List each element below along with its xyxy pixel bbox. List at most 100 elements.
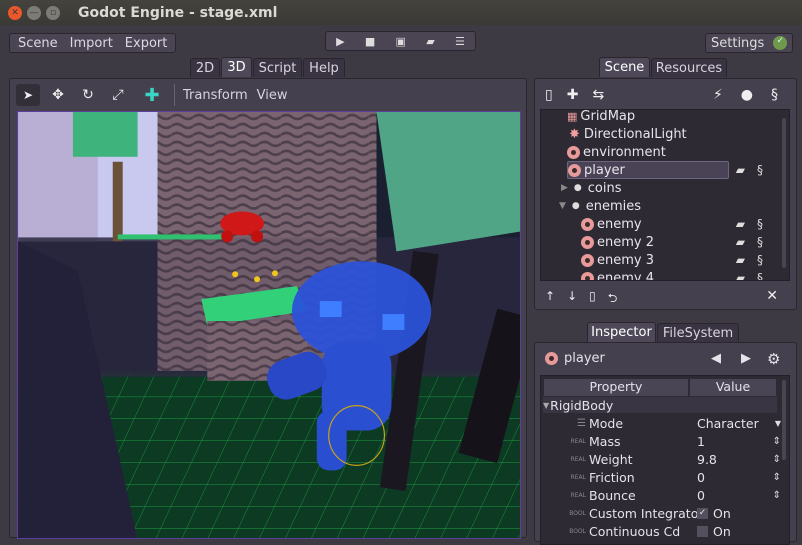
prop-value[interactable]: 0 <box>697 470 773 485</box>
spinner-icon[interactable]: ⇕ <box>773 436 781 447</box>
tab-3d[interactable]: 3D <box>221 57 252 77</box>
tree-item-enemies[interactable]: ▼ ● enemies <box>559 197 641 215</box>
prop-value[interactable]: 0 <box>697 488 773 503</box>
menu-scene[interactable]: Scene <box>12 36 64 51</box>
tab-help[interactable]: Help <box>303 58 345 77</box>
scene-bottom-toolbar: ↑ ↓ ▯ ⮌ <box>545 289 617 310</box>
reparent-icon[interactable]: ⮌ <box>608 289 618 310</box>
tree-item-environment[interactable]: environment <box>567 143 666 161</box>
tree-item-enemy-3[interactable]: enemy 3 <box>581 251 654 269</box>
connect-signals-icon[interactable]: ⚡ <box>713 87 723 103</box>
section-rigidbody[interactable]: ▼ RigidBody <box>543 397 777 413</box>
settings-button[interactable]: Settings ✓ <box>705 33 793 53</box>
tree-item-gridmap[interactable]: ▦ GridMap <box>567 110 635 125</box>
open-scene-icon[interactable]: ▰ <box>736 271 745 280</box>
menu-export[interactable]: Export <box>119 36 174 51</box>
menu-import[interactable]: Import <box>64 36 119 51</box>
add-child-icon[interactable]: ✚ <box>567 87 579 103</box>
script-icon[interactable]: § <box>757 163 763 177</box>
dropdown-arrow-icon[interactable]: ▼ <box>775 419 781 428</box>
title-bar: ✕ — ▫ Godot Engine - stage.xml <box>0 0 802 25</box>
script-icon[interactable]: § <box>757 253 763 267</box>
groups-icon[interactable]: ● <box>741 87 753 103</box>
add-node-icon[interactable]: ✚ <box>140 84 164 106</box>
scale-tool-icon[interactable]: ⤢ <box>106 84 130 106</box>
history-forward-icon[interactable]: ▶ <box>741 351 751 366</box>
script-icon[interactable]: § <box>757 271 763 280</box>
prop-bounce[interactable]: REAL Bounce 0 ⇕ <box>549 486 781 504</box>
prop-custom-integrator[interactable]: BOOL Custom Integrato ✓ On <box>549 504 781 522</box>
section-label: RigidBody <box>550 397 614 413</box>
prop-value: Character <box>697 415 759 431</box>
tab-2d[interactable]: 2D <box>190 58 220 77</box>
maximize-window-button[interactable]: ▫ <box>46 5 60 20</box>
select-tool-icon[interactable]: ➤ <box>16 84 40 106</box>
inspector-panel: player ◀ ▶ ⚙ Property Value ▼ RigidBody ☰… <box>534 342 797 545</box>
tab-inspector[interactable]: Inspector <box>587 322 656 342</box>
spinner-icon[interactable]: ⇕ <box>773 490 781 501</box>
tab-filesystem[interactable]: FileSystem <box>657 323 739 342</box>
tab-scene[interactable]: Scene <box>599 57 650 77</box>
script-icon[interactable]: § <box>757 217 763 231</box>
3d-viewport[interactable] <box>17 111 521 539</box>
list-icon[interactable]: ☰ <box>455 35 465 48</box>
prop-continuous-cd[interactable]: BOOL Continuous Cd On <box>549 522 781 540</box>
delete-node-icon[interactable]: ✕ <box>766 288 778 304</box>
prop-value[interactable]: 1 <box>697 434 773 449</box>
history-back-icon[interactable]: ◀ <box>711 351 721 366</box>
tree-item-player[interactable]: player <box>567 161 729 179</box>
prop-value: On <box>713 523 731 539</box>
property-column-header[interactable]: Property <box>544 379 688 396</box>
tree-item-coins[interactable]: ▶ ● coins <box>561 179 622 197</box>
tree-item-enemy-2[interactable]: enemy 2 <box>581 233 654 251</box>
reparent-icon[interactable]: ⇆ <box>592 87 604 103</box>
tree-item-directionallight[interactable]: ✸ DirectionalLight <box>569 125 687 143</box>
tab-resources[interactable]: Resources <box>651 58 727 77</box>
tab-script[interactable]: Script <box>253 58 302 77</box>
spinner-icon[interactable]: ⇕ <box>773 472 781 483</box>
scene-instance-icon <box>568 163 581 177</box>
node-dot-icon: ● <box>571 201 580 211</box>
enemy-row-icons: ▰ § <box>736 217 763 231</box>
move-up-icon[interactable]: ↑ <box>545 289 555 310</box>
close-window-button[interactable]: ✕ <box>8 5 22 20</box>
rotate-tool-icon[interactable]: ↻ <box>76 84 100 106</box>
view-menu[interactable]: View <box>257 88 288 103</box>
play-icon[interactable]: ▶ <box>336 35 344 48</box>
prop-name: Friction <box>589 469 635 485</box>
new-scene-icon[interactable]: ▯ <box>545 87 553 103</box>
move-down-icon[interactable]: ↓ <box>567 289 577 310</box>
script-icon[interactable]: § <box>771 87 778 103</box>
play-scene-icon[interactable]: ▣ <box>396 35 406 48</box>
tree-item-enemy[interactable]: enemy <box>581 215 642 233</box>
scene-tree-scrollbar[interactable] <box>782 118 786 268</box>
prop-mode[interactable]: ☰ Mode Character ▼ <box>549 414 781 432</box>
move-tool-icon[interactable]: ✥ <box>46 84 70 106</box>
duplicate-icon[interactable]: ▯ <box>589 289 596 310</box>
spinner-icon[interactable]: ⇕ <box>773 454 781 465</box>
minimize-window-button[interactable]: — <box>27 5 41 20</box>
folder-icon[interactable]: ▰ <box>426 35 434 48</box>
prop-mass[interactable]: REAL Mass 1 ⇕ <box>549 432 781 450</box>
scene-instance-icon <box>581 271 594 280</box>
checkbox-checked[interactable]: ✓ <box>697 507 708 519</box>
expand-arrow-icon[interactable]: ▶ <box>561 183 568 193</box>
prop-weight[interactable]: REAL Weight 9.8 ⇕ <box>549 450 781 468</box>
open-scene-icon[interactable]: ▰ <box>736 163 745 177</box>
tree-item-enemy-4[interactable]: enemy 4 <box>581 269 654 280</box>
open-scene-icon[interactable]: ▰ <box>736 235 745 249</box>
inspector-scrollbar[interactable] <box>782 380 786 460</box>
prop-friction[interactable]: REAL Friction 0 ⇕ <box>549 468 781 486</box>
scene-instance-icon <box>581 217 594 231</box>
stop-icon[interactable]: ■ <box>365 35 375 48</box>
enum-icon: ☰ <box>577 417 586 429</box>
script-icon[interactable]: § <box>757 235 763 249</box>
scene-panel: ▯ ✚ ⇆ ⚡ ● § ▦ GridMap ✸ DirectionalLight e… <box>534 78 797 310</box>
open-scene-icon[interactable]: ▰ <box>736 253 745 267</box>
open-scene-icon[interactable]: ▰ <box>736 217 745 231</box>
prop-value[interactable]: 9.8 <box>697 452 773 467</box>
transform-menu[interactable]: Transform <box>183 88 248 103</box>
value-column-header[interactable]: Value <box>690 379 776 396</box>
collapse-arrow-icon[interactable]: ▼ <box>559 201 566 211</box>
object-settings-gear-icon[interactable]: ⚙ <box>767 350 780 368</box>
